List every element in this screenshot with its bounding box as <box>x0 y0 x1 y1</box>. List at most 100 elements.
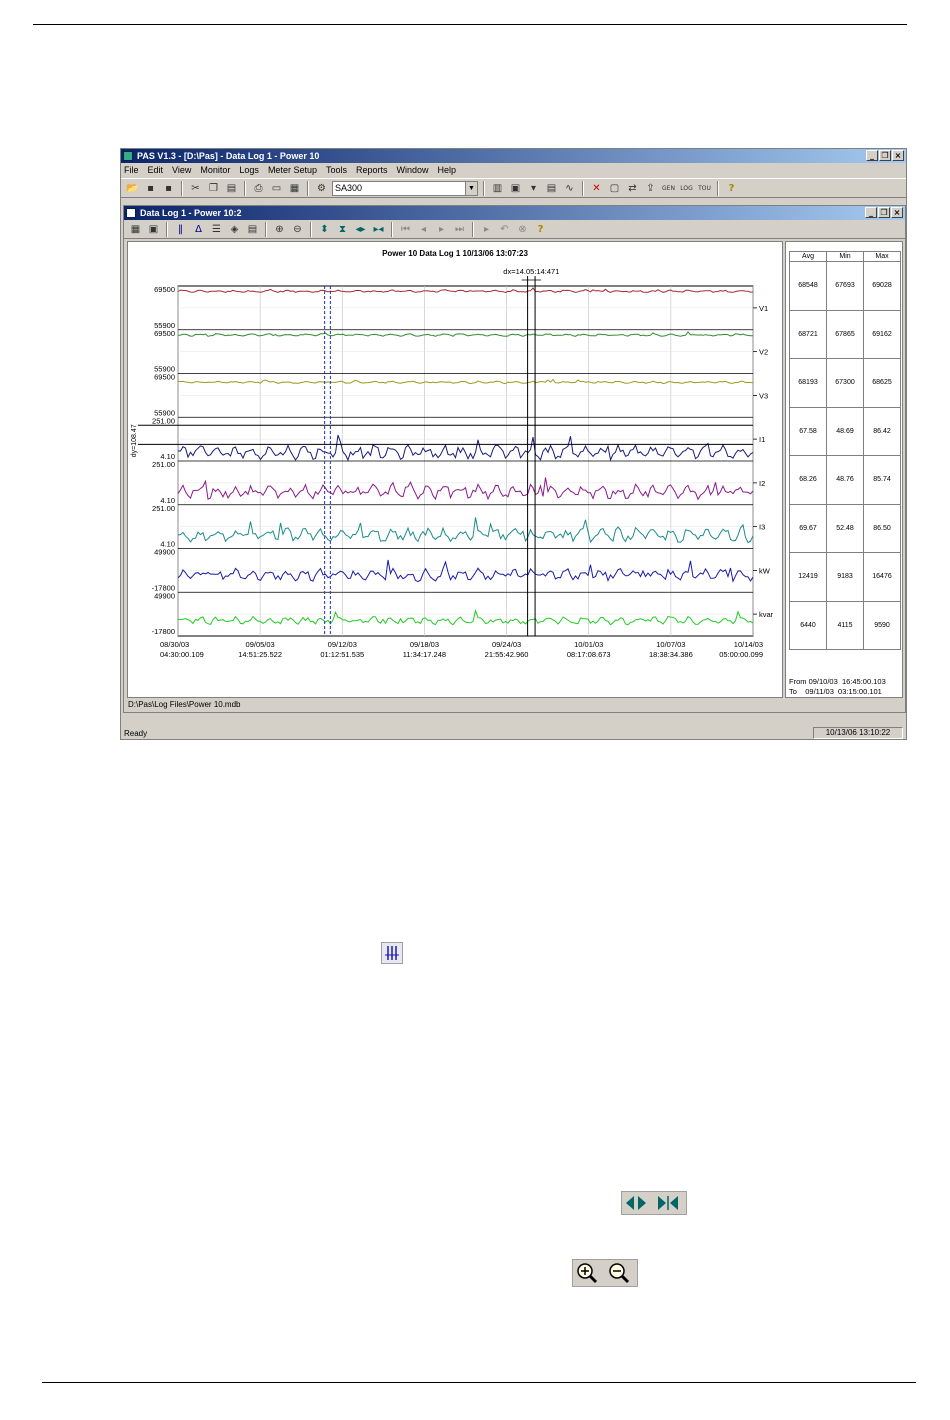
shrink-horizontal-icon[interactable]: ▸◂ <box>371 222 386 237</box>
y-tick-label-top: 69500 <box>154 329 175 338</box>
child-title: Data Log 1 - Power 10:2 <box>140 208 242 218</box>
log-report-icon[interactable]: LOG <box>679 181 694 196</box>
toolbar-separator <box>391 222 393 237</box>
series-label: kW <box>759 566 771 575</box>
site-selector[interactable]: SA300 ▼ <box>332 180 478 196</box>
stats-avg: 68193 <box>789 358 827 408</box>
prev-icon[interactable]: ◂ <box>416 222 431 237</box>
help-icon[interactable]: ? <box>533 222 548 237</box>
main-toolbar: 📂 ▪ ▪ ✂ ❐ ▤ ⎙ ▭ ▦ ⚙ SA300 ▼ ▥ ▣ ▾ ▤ ∿ ✕ … <box>121 178 906 198</box>
chart-icon[interactable]: ▤ <box>544 181 559 196</box>
legend-icon[interactable]: ☰ <box>209 222 224 237</box>
menu-file[interactable]: File <box>124 163 139 177</box>
statistics-table: Avg Min Max 68548 67693 69028 68721 67865 691… <box>789 251 901 650</box>
series-label: V2 <box>759 348 768 357</box>
graph-toolbar: ▦ ▣ ‖ Δ ☰ ◈ ▤ ⊕ ⊖ ⬍ ⧗ ◂▸ ▸◂ ⏮ ◂ ▸ ⏭ ▸ ↶ … <box>124 221 905 239</box>
x-tick-time: 21:55:42.960 <box>485 650 529 659</box>
stats-min: 67693 <box>826 261 864 311</box>
properties-icon[interactable]: ▦ <box>287 181 302 196</box>
print-icon[interactable]: ⎙ <box>251 181 266 196</box>
close-icon[interactable]: × <box>891 207 903 218</box>
monitor-icon[interactable]: ▣ <box>508 181 523 196</box>
close-icon[interactable]: × <box>892 150 904 161</box>
status-bar: Ready 10/13/06 13:10:22 <box>121 727 906 739</box>
stats-max: 68625 <box>863 358 901 408</box>
menu-edit[interactable]: Edit <box>148 163 164 177</box>
stop-icon[interactable]: ⊗ <box>515 222 530 237</box>
download-icon[interactable]: ▾ <box>526 181 541 196</box>
stats-header-min: Min <box>826 251 864 262</box>
menu-meter-setup[interactable]: Meter Setup <box>268 163 317 177</box>
menu-window[interactable]: Window <box>397 163 429 177</box>
stats-max: 86.42 <box>863 406 901 456</box>
toolbar-separator <box>244 180 246 196</box>
restore-icon[interactable]: ❐ <box>878 207 890 218</box>
last-icon[interactable]: ⏭ <box>452 222 467 237</box>
properties-icon[interactable]: ▤ <box>245 222 260 237</box>
data-log-chart[interactable]: Power 10 Data Log 1 10/13/06 13:07:23 08/… <box>128 242 782 697</box>
table-icon[interactable]: ▥ <box>490 181 505 196</box>
file-path: D:\Pas\Log Files\Power 10.mdb <box>128 700 241 709</box>
minimize-icon[interactable]: _ <box>865 207 877 218</box>
markers-icon[interactable]: ‖ <box>173 222 188 237</box>
delete-icon[interactable]: ✕ <box>589 181 604 196</box>
series-label: I1 <box>759 435 765 444</box>
toolbar-separator <box>472 222 474 237</box>
chevron-down-icon[interactable]: ▼ <box>465 181 477 195</box>
menu-help[interactable]: Help <box>438 163 457 177</box>
menu-view[interactable]: View <box>172 163 191 177</box>
stop-icon[interactable]: ▢ <box>607 181 622 196</box>
waveform-icon[interactable]: ∿ <box>562 181 577 196</box>
zoom-in-icon[interactable]: ⊕ <box>272 222 287 237</box>
expand-vertical-icon[interactable]: ⬍ <box>317 222 332 237</box>
preview-icon[interactable]: ▭ <box>269 181 284 196</box>
help-icon[interactable]: ? <box>724 181 739 196</box>
x-tick-time: 18:38:34.386 <box>649 650 693 659</box>
gen-report-icon[interactable]: GEN <box>661 181 676 196</box>
first-icon[interactable]: ⏮ <box>398 222 413 237</box>
zoom-out-icon[interactable]: ⊖ <box>290 222 305 237</box>
save-icon[interactable]: ▪ <box>143 181 158 196</box>
restore-icon[interactable]: ❐ <box>879 150 891 161</box>
options-icon[interactable]: ▣ <box>146 222 161 237</box>
menu-reports[interactable]: Reports <box>356 163 388 177</box>
save-all-icon[interactable]: ▪ <box>161 181 176 196</box>
delta-icon[interactable]: Δ <box>191 222 206 237</box>
y-tick-label-bottom: -17800 <box>152 627 175 636</box>
grid-icon[interactable]: ▦ <box>128 222 143 237</box>
stats-min: 4115 <box>826 600 864 650</box>
play-icon[interactable]: ▸ <box>479 222 494 237</box>
next-icon[interactable]: ▸ <box>434 222 449 237</box>
copy-icon[interactable]: ❐ <box>206 181 221 196</box>
undo-icon[interactable]: ↶ <box>497 222 512 237</box>
file-path-bar: D:\Pas\Log Files\Power 10.mdb <box>126 699 903 711</box>
stats-avg: 68721 <box>789 309 827 359</box>
minimize-icon[interactable]: _ <box>866 150 878 161</box>
tou-report-icon[interactable]: TOU <box>697 181 712 196</box>
expand-horizontal-icon[interactable]: ◂▸ <box>353 222 368 237</box>
x-tick-date: 09/18/03 <box>410 640 439 649</box>
cut-icon[interactable]: ✂ <box>188 181 203 196</box>
upload-icon[interactable]: ⇪ <box>643 181 658 196</box>
menu-tools[interactable]: Tools <box>326 163 347 177</box>
x-tick-date: 10/07/03 <box>656 640 685 649</box>
zoom-icons <box>572 1259 638 1287</box>
menu-logs[interactable]: Logs <box>239 163 259 177</box>
transfer-icon[interactable]: ⇄ <box>625 181 640 196</box>
series-label: I2 <box>759 479 765 488</box>
app-logo-icon <box>123 151 133 161</box>
connect-icon[interactable]: ⚙ <box>314 181 329 196</box>
paste-icon[interactable]: ▤ <box>224 181 239 196</box>
child-title-bar[interactable]: Data Log 1 - Power 10:2 _ ❐ × <box>124 206 905 220</box>
shrink-vertical-icon[interactable]: ⧗ <box>335 222 350 237</box>
x-tick-date: 10/14/03 <box>734 640 763 649</box>
open-icon[interactable]: 📂 <box>125 181 140 196</box>
app-title-bar[interactable]: PAS V1.3 - [D:\Pas] - Data Log 1 - Power… <box>121 149 906 163</box>
menu-monitor[interactable]: Monitor <box>200 163 230 177</box>
status-time: 10/13/06 13:10:22 <box>813 727 903 739</box>
chart-pane[interactable]: Power 10 Data Log 1 10/13/06 13:07:23 08/… <box>127 241 783 698</box>
y-tick-label-top: 49900 <box>154 591 175 600</box>
expand-horizontal-icon <box>626 1196 678 1210</box>
data-log-window: Data Log 1 - Power 10:2 _ ❐ × ▦ ▣ ‖ Δ ☰ … <box>123 205 906 713</box>
channels-icon[interactable]: ◈ <box>227 222 242 237</box>
